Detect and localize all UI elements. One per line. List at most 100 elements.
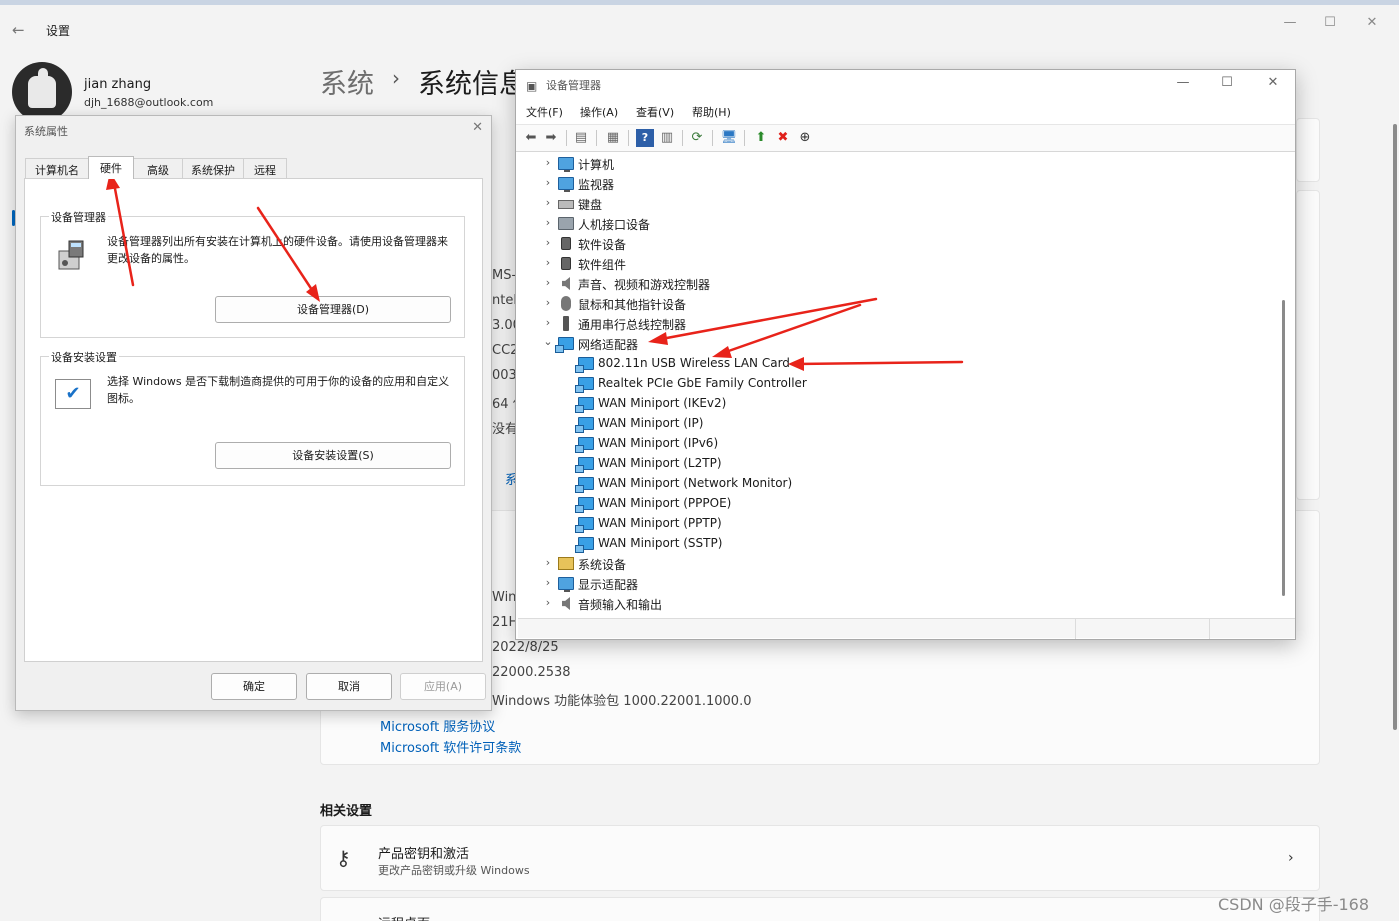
close-icon[interactable]: ✕ bbox=[472, 120, 483, 135]
close-icon[interactable]: ✕ bbox=[1360, 13, 1384, 33]
chevron-right-icon[interactable]: › bbox=[542, 196, 554, 209]
add-driver-icon[interactable]: ⬆ bbox=[752, 129, 770, 147]
chevron-right-icon[interactable]: › bbox=[542, 296, 554, 309]
spec-fragment: 3.00 bbox=[492, 318, 516, 333]
tab-advanced[interactable]: 高级 bbox=[133, 158, 183, 178]
remote-desktop-card[interactable] bbox=[320, 897, 1320, 921]
menu-file[interactable]: 文件(F) bbox=[526, 104, 563, 120]
dialog-title: 系统属性 bbox=[24, 125, 68, 138]
speaker-icon bbox=[562, 597, 570, 610]
tab-computer-name[interactable]: 计算机名 bbox=[25, 158, 89, 178]
product-key-card[interactable] bbox=[320, 825, 1320, 891]
chevron-right-icon[interactable]: › bbox=[542, 216, 554, 229]
folder-icon bbox=[558, 557, 574, 570]
minimize-icon[interactable]: — bbox=[1172, 75, 1194, 90]
menu-bar: 文件(F) 操作(A) 查看(V) 帮助(H) bbox=[516, 100, 1295, 124]
checkmark-icon: ✔ bbox=[55, 379, 91, 409]
spec-fragment: 没有 bbox=[492, 422, 516, 437]
tab-system-protection[interactable]: 系统保护 bbox=[182, 158, 244, 178]
device-install-settings-button[interactable]: 设备安装设置(S) bbox=[215, 442, 451, 469]
maximize-icon[interactable]: ☐ bbox=[1216, 75, 1238, 90]
network-adapter-icon bbox=[555, 337, 574, 353]
device-manager-description: 设备管理器列出所有安装在计算机上的硬件设备。请使用设备管理器来更改设备的属性。 bbox=[107, 235, 448, 265]
back-arrow-icon[interactable]: ⬅ bbox=[522, 129, 540, 147]
forward-arrow-icon[interactable]: ➡ bbox=[542, 129, 560, 147]
network-adapter-icon bbox=[575, 457, 594, 473]
chevron-right-icon[interactable]: › bbox=[542, 256, 554, 269]
hardware-tab-page: 设备管理器 设备管理器列出所有安装在计算机上的硬件设备。请使用设备管理器来更改设… bbox=[24, 178, 483, 662]
show-hide-console-tree-icon[interactable]: ▤ bbox=[572, 129, 590, 147]
remote-desktop-title[interactable]: 远程桌面 bbox=[378, 913, 430, 921]
monitor-icon bbox=[558, 177, 574, 192]
device-manager-button[interactable]: 设备管理器(D) bbox=[215, 296, 451, 323]
settings-scrollbar[interactable] bbox=[1393, 124, 1397, 730]
group-label: 设备管理器 bbox=[49, 209, 108, 225]
experience-value: Windows 功能体验包 1000.22001.1000.0 bbox=[492, 694, 752, 709]
status-bar bbox=[518, 618, 1295, 639]
network-adapter-icon bbox=[575, 437, 594, 453]
chevron-right-icon[interactable]: › bbox=[542, 156, 554, 169]
update-driver-icon[interactable]: ⟳ bbox=[688, 129, 706, 147]
monitor-icon bbox=[558, 577, 574, 592]
tree-scrollbar[interactable] bbox=[1282, 300, 1285, 596]
user-email: djh_1688@outlook.com bbox=[84, 96, 214, 109]
network-adapter-icon bbox=[575, 537, 594, 553]
software-device-icon bbox=[561, 237, 571, 250]
chevron-right-icon[interactable]: › bbox=[542, 556, 554, 569]
spec-fragment: 64 位 bbox=[492, 397, 516, 412]
chevron-right-icon[interactable]: › bbox=[542, 236, 554, 249]
settings-titlebar: ← 设置 — ☐ ✕ bbox=[0, 5, 1399, 49]
breadcrumb-separator: › bbox=[392, 66, 400, 90]
spec-fragment: CC27 bbox=[492, 343, 516, 358]
apply-button[interactable]: 应用(A) bbox=[400, 673, 486, 700]
device-install-description: 选择 Windows 是否下载制造商提供的可用于你的设备的应用和自定义图标。 bbox=[107, 375, 450, 405]
chevron-down-icon[interactable]: ⌄ bbox=[542, 335, 554, 348]
maximize-icon[interactable]: ☐ bbox=[1318, 13, 1342, 33]
chevron-right-icon[interactable]: › bbox=[542, 576, 554, 589]
network-adapter-icon bbox=[575, 357, 594, 373]
tab-hardware[interactable]: 硬件 bbox=[88, 156, 134, 179]
device-manager-titlebar: ▣ 设备管理器 — ☐ ✕ bbox=[516, 70, 1295, 100]
network-adapter-icon bbox=[575, 377, 594, 393]
product-key-title[interactable]: 产品密钥和激活 bbox=[378, 843, 469, 862]
network-adapter-icon bbox=[575, 397, 594, 413]
chevron-right-icon[interactable]: › bbox=[542, 596, 554, 609]
cancel-button[interactable]: 取消 bbox=[306, 673, 392, 700]
chevron-right-icon[interactable]: › bbox=[542, 316, 554, 329]
network-adapter-icon bbox=[575, 477, 594, 493]
uninstall-device-icon[interactable]: ✖ bbox=[774, 129, 792, 147]
device-manager-group: 设备管理器 设备管理器列出所有安装在计算机上的硬件设备。请使用设备管理器来更改设… bbox=[40, 209, 465, 338]
related-settings-heading: 相关设置 bbox=[320, 804, 373, 819]
menu-help[interactable]: 帮助(H) bbox=[692, 104, 731, 120]
watermark: CSDN @段子手-168 bbox=[1218, 895, 1370, 914]
hid-icon bbox=[558, 217, 574, 230]
menu-view[interactable]: 查看(V) bbox=[636, 104, 674, 120]
back-arrow-icon[interactable]: ← bbox=[12, 21, 25, 39]
properties-icon[interactable]: ▦ bbox=[604, 129, 622, 147]
tab-remote[interactable]: 远程 bbox=[243, 158, 287, 178]
window-title: 设备管理器 bbox=[546, 79, 601, 92]
user-name: jian zhang bbox=[84, 77, 152, 92]
chevron-right-icon[interactable]: › bbox=[1288, 850, 1294, 866]
close-icon[interactable]: ✕ bbox=[1262, 75, 1284, 90]
download-icon[interactable]: ⊕ bbox=[796, 129, 814, 147]
license-terms-link[interactable]: Microsoft 软件许可条款 bbox=[380, 737, 521, 756]
menu-action[interactable]: 操作(A) bbox=[580, 104, 618, 120]
group-label: 设备安装设置 bbox=[49, 349, 119, 365]
speaker-icon bbox=[562, 277, 570, 290]
help-icon[interactable]: ? bbox=[636, 129, 654, 147]
chevron-right-icon[interactable]: › bbox=[542, 176, 554, 189]
settings-app-title: 设置 bbox=[46, 24, 71, 38]
user-avatar[interactable] bbox=[12, 62, 72, 122]
view-icon[interactable]: ▥ bbox=[658, 129, 676, 147]
breadcrumb-system[interactable]: 系统 bbox=[320, 62, 374, 101]
device-install-group: 设备安装设置 ✔ 选择 Windows 是否下载制造商提供的可用于你的设备的应用… bbox=[40, 349, 465, 486]
chevron-right-icon[interactable]: › bbox=[542, 276, 554, 289]
scan-hardware-icon[interactable]: 🖥 bbox=[720, 129, 738, 147]
service-agreement-link[interactable]: Microsoft 服务协议 bbox=[380, 716, 495, 735]
ok-button[interactable]: 确定 bbox=[211, 673, 297, 700]
device-manager-icon bbox=[58, 240, 84, 270]
usb-icon bbox=[563, 316, 569, 331]
software-component-icon bbox=[561, 257, 571, 270]
minimize-icon[interactable]: — bbox=[1278, 13, 1302, 33]
